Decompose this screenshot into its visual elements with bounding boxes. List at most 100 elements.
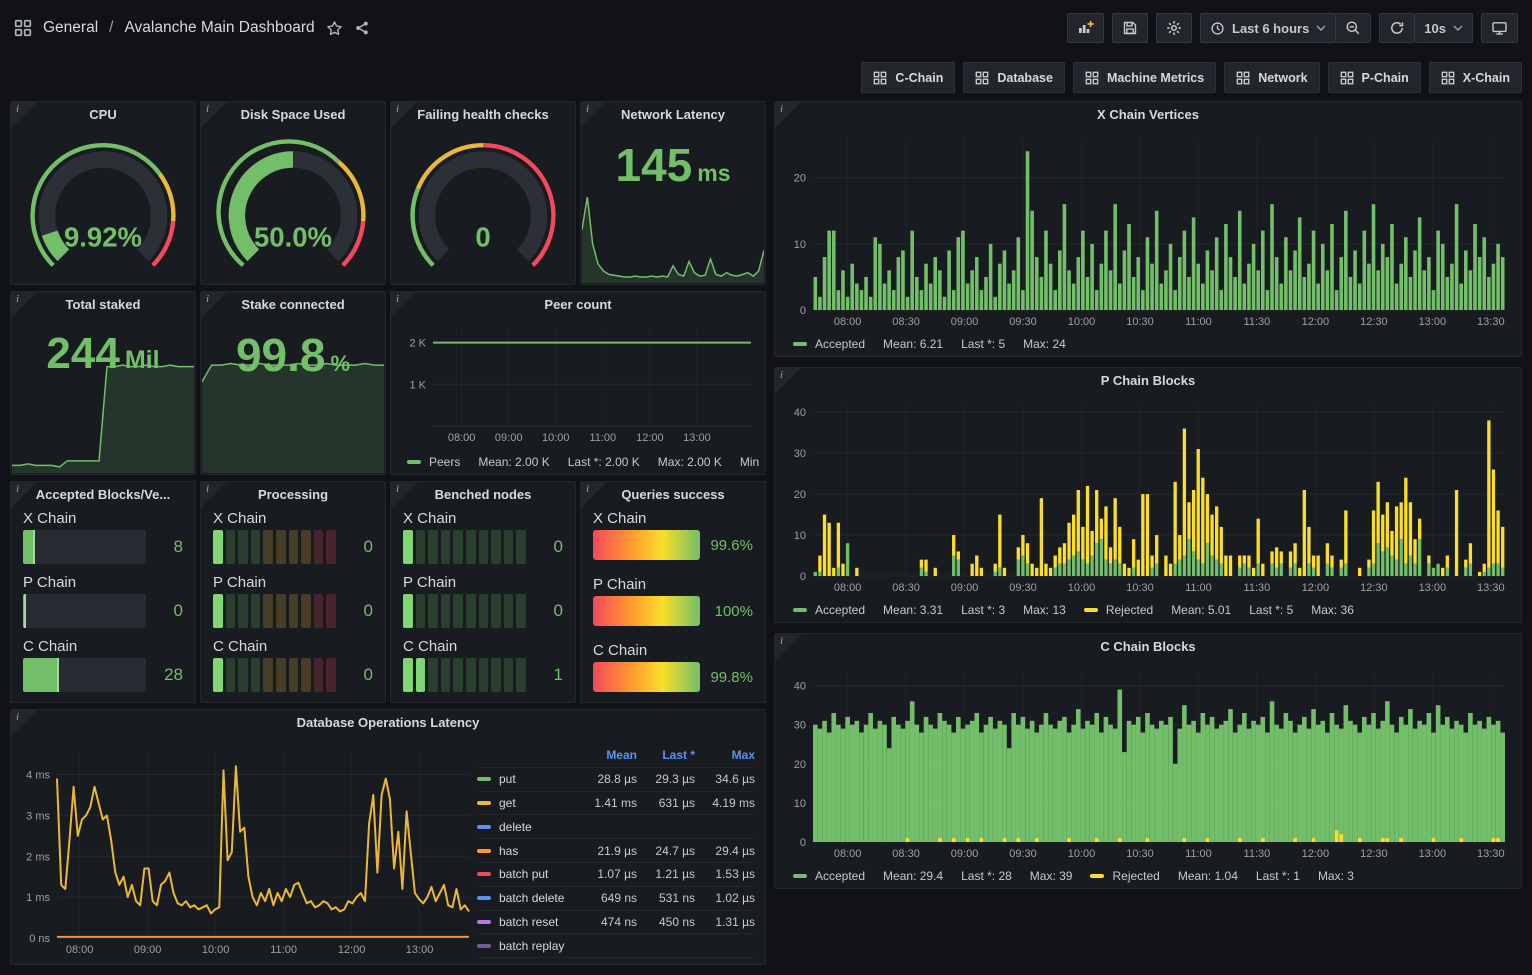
top-bar: General / Avalanche Main Dashboard	[0, 0, 1532, 56]
legend-stat: Last *: 28	[961, 869, 1012, 883]
dashboard-settings-button[interactable]	[1156, 13, 1192, 43]
tv-mode-button[interactable]	[1481, 13, 1518, 43]
svg-text:11:30: 11:30	[1244, 582, 1271, 594]
panel-title[interactable]: Queries success	[581, 482, 765, 508]
svg-text:09:30: 09:30	[1009, 848, 1037, 860]
retro-gauge-cells	[403, 594, 526, 628]
legend-item: AcceptedMean: 6.21Last *: 5Max: 24	[793, 337, 1066, 351]
bar-gauge-line: 28	[23, 658, 183, 692]
db-latency-legend-table: MeanLast *Maxput28.8 µs29.3 µs34.6 µsget…	[477, 744, 755, 958]
panel-title[interactable]: Failing health checks	[391, 102, 575, 128]
panel-title[interactable]: Benched nodes	[391, 482, 575, 508]
x-chain-vertices-chart[interactable]: 0102008:0008:3009:0009:3010:0010:3011:00…	[779, 130, 1511, 328]
save-dashboard-button[interactable]	[1112, 13, 1148, 43]
legend-stat-cell: 28.8 µs	[575, 772, 637, 786]
svg-text:13:00: 13:00	[683, 432, 711, 444]
legend-item: AcceptedMean: 3.31Last *: 3Max: 13	[793, 603, 1066, 617]
share-icon[interactable]	[354, 20, 370, 36]
legend-stat-cell: 1.31 µs	[695, 915, 755, 929]
svg-text:10:30: 10:30	[1126, 848, 1154, 860]
svg-text:09:00: 09:00	[134, 944, 162, 956]
health-gauge: 0	[391, 128, 575, 278]
dashboard-link[interactable]: X-Chain	[1429, 62, 1522, 93]
legend-table-row: has21.9 µs24.7 µs29.4 µs	[477, 839, 755, 863]
chart-legend: AcceptedMean: 29.4Last *: 28Max: 39Rejec…	[793, 869, 1513, 883]
legend-series-name[interactable]: batch put	[477, 867, 575, 881]
legend-series-name[interactable]: batch delete	[477, 891, 575, 905]
panel-title[interactable]: P Chain Blocks	[775, 368, 1521, 394]
stat-value: 99.8 %	[202, 332, 384, 487]
time-range-picker[interactable]: Last 6 hours	[1200, 13, 1336, 43]
panel-title[interactable]: CPU	[11, 102, 195, 128]
panel-title[interactable]: Disk Space Used	[201, 102, 385, 128]
legend-table-header: MeanLast *Max	[477, 744, 755, 768]
dashboards-grid-icon[interactable]	[14, 19, 32, 37]
panel-title[interactable]: Stake connected	[201, 292, 385, 318]
legend-label[interactable]: Accepted	[815, 337, 865, 351]
panel-title[interactable]: Network Latency	[581, 102, 765, 128]
svg-text:08:00: 08:00	[834, 316, 862, 328]
panel-title[interactable]: Database Operations Latency	[11, 710, 765, 736]
chain-label: C Chain	[213, 638, 373, 655]
legend-label[interactable]: Rejected	[1106, 603, 1153, 617]
refresh-button[interactable]	[1379, 13, 1415, 43]
refresh-interval-label: 10s	[1424, 21, 1446, 36]
legend-stat-cell: 1.53 µs	[695, 867, 755, 881]
legend-series-name[interactable]: has	[477, 844, 575, 858]
dashboard-link[interactable]: Network	[1224, 62, 1319, 93]
panel-title[interactable]: C Chain Blocks	[775, 634, 1521, 660]
legend-table-header-cell[interactable]: Last *	[637, 748, 695, 762]
legend-series-name[interactable]: put	[477, 772, 575, 786]
legend-series-name[interactable]: delete	[477, 820, 575, 834]
retro-gauge-cell	[428, 530, 438, 564]
legend-series-name[interactable]: batch replay	[477, 939, 575, 953]
legend-stat: Last *: 2.00 K	[568, 455, 640, 469]
legend-label[interactable]: Rejected	[1112, 869, 1159, 883]
legend-stat-cell: 1.07 µs	[575, 867, 637, 881]
gear-icon	[1166, 20, 1182, 36]
retro-gauge-cell	[301, 530, 311, 564]
retro-gauge-cell	[251, 658, 261, 692]
panel-queries-success: i Queries success X Chain99.6%P Chain100…	[580, 481, 766, 703]
breadcrumb-folder[interactable]: General	[43, 19, 98, 37]
retro-gauge-line: 0	[213, 594, 373, 628]
dashboard-link[interactable]: Machine Metrics	[1073, 62, 1216, 93]
legend-stat-cell: 1.41 ms	[575, 796, 637, 810]
retro-gauge-cell	[226, 594, 236, 628]
retro-gauge-row: C Chain1	[403, 638, 563, 692]
dashboard-link[interactable]: C-Chain	[861, 62, 955, 93]
dashboard-link[interactable]: P-Chain	[1328, 62, 1421, 93]
legend-table-header-cell[interactable]: Max	[695, 748, 755, 762]
legend-swatch	[477, 801, 491, 805]
legend-series-name[interactable]: batch reset	[477, 915, 575, 929]
retro-gauge-cell	[453, 658, 463, 692]
gradient-gauge-line: 99.8%	[593, 662, 753, 692]
add-panel-button[interactable]	[1067, 13, 1104, 43]
c-chain-blocks-chart[interactable]: 01020304008:0008:3009:0009:3010:0010:301…	[779, 662, 1511, 860]
legend-stat: Last *: 5	[1249, 603, 1293, 617]
legend-table-header-cell[interactable]: Mean	[575, 748, 637, 762]
legend-label: batch delete	[499, 891, 564, 905]
panel-title[interactable]: Total staked	[11, 292, 195, 318]
p-chain-blocks-chart[interactable]: 01020304008:0008:3009:0009:3010:0010:301…	[779, 396, 1511, 594]
panel-x-chain-vertices: i X Chain Vertices 0102008:0008:3009:000…	[774, 101, 1522, 357]
zoom-out-time-button[interactable]	[1336, 13, 1371, 43]
legend-series-name[interactable]: get	[477, 796, 575, 810]
panel-title[interactable]: X Chain Vertices	[775, 102, 1521, 128]
db-latency-chart[interactable]: 0 ns1 ms2 ms3 ms4 ms08:0009:0010:0011:00…	[13, 742, 475, 956]
svg-text:20: 20	[794, 489, 806, 501]
legend-label[interactable]: Accepted	[815, 603, 865, 617]
page-title[interactable]: Avalanche Main Dashboard	[124, 19, 314, 37]
svg-text:13:00: 13:00	[1419, 582, 1447, 594]
chain-label: X Chain	[23, 510, 183, 527]
legend-label[interactable]: Accepted	[815, 869, 865, 883]
peer-count-chart[interactable]: 2 K1 K08:0009:0010:0011:0012:0013:00	[393, 320, 757, 444]
svg-text:11:30: 11:30	[1244, 848, 1271, 860]
retro-gauge-value: 0	[535, 601, 563, 621]
star-icon[interactable]	[326, 20, 343, 37]
refresh-interval-picker[interactable]: 10s	[1415, 13, 1473, 43]
legend-label[interactable]: Peers	[429, 455, 460, 469]
bar-gauge-row: C Chain28	[23, 638, 183, 692]
retro-gauge-line: 0	[403, 530, 563, 564]
dashboard-link[interactable]: Database	[963, 62, 1065, 93]
